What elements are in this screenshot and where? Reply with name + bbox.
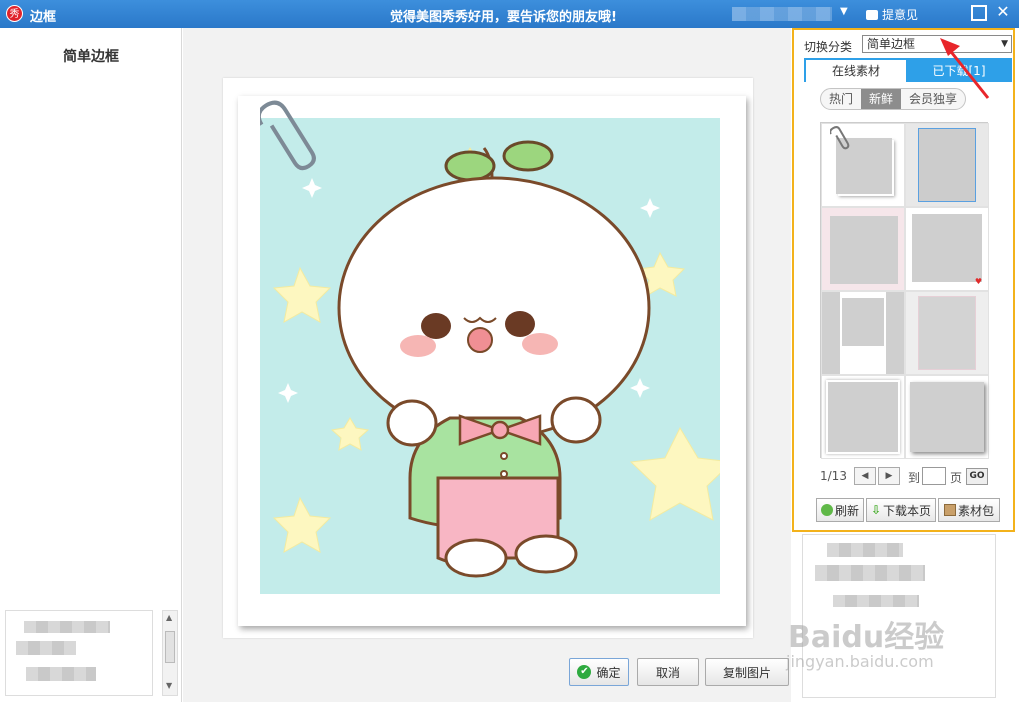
left-panel: 简单边框 ▲ ▼ xyxy=(0,28,182,702)
cartoon-image xyxy=(260,118,720,594)
maximize-button[interactable] xyxy=(971,5,987,21)
frame-thumbnail[interactable]: ♥ xyxy=(905,207,989,291)
watermark-url: jingyan.baidu.com xyxy=(786,652,934,671)
material-actions: 刷新 ⇩ 下载本页 素材包 xyxy=(816,498,1012,522)
heart-icon: ♥ xyxy=(974,277,982,286)
download-label: 下载本页 xyxy=(883,503,932,518)
scroll-thumb[interactable] xyxy=(165,631,175,663)
blurred-region xyxy=(827,543,903,557)
confirm-button[interactable]: ✔ 确定 xyxy=(569,658,629,686)
blurred-region xyxy=(26,667,96,681)
confirm-label: 确定 xyxy=(596,665,621,680)
polaroid-frame xyxy=(238,96,746,626)
watermark: Baidu经验 jingyan.baidu.com xyxy=(780,612,980,672)
paperclip-icon xyxy=(830,126,850,150)
page-unit-label: 页 xyxy=(950,471,963,485)
app-logo-icon: 秀 xyxy=(6,5,23,22)
download-arrow-icon: ⇩ xyxy=(870,503,882,517)
refresh-button[interactable]: 刷新 xyxy=(816,498,864,522)
page-number-input[interactable] xyxy=(922,467,946,485)
cancel-button[interactable]: 取消 xyxy=(637,658,699,686)
cartoon-illustration xyxy=(272,140,720,578)
blurred-region xyxy=(732,7,832,21)
next-page-button[interactable]: ▶ xyxy=(878,467,900,485)
history-list[interactable] xyxy=(5,610,153,696)
frame-thumbnail[interactable] xyxy=(821,207,905,291)
feedback-label: 提意见 xyxy=(882,8,919,22)
download-page-button[interactable]: ⇩ 下载本页 xyxy=(866,498,936,522)
right-panel: 切换分类 简单边框 ▼ 在线素材 已下载[1] 热门 新鲜 会员独享 ♥ 1/1… xyxy=(792,28,1019,702)
switch-category-label: 切换分类 xyxy=(804,40,853,54)
watermark-logo: Baidu经验 xyxy=(788,620,945,655)
tab-online-materials[interactable]: 在线素材 xyxy=(806,60,906,82)
chevron-down-icon[interactable]: ▼ xyxy=(840,6,848,17)
paperclip-icon xyxy=(260,100,316,171)
copy-image-button[interactable]: 复制图片 xyxy=(705,658,789,686)
prev-page-button[interactable]: ◀ xyxy=(854,467,876,485)
frame-thumbnail[interactable] xyxy=(821,291,905,375)
feedback-button[interactable]: 提意见 xyxy=(866,6,918,23)
package-icon xyxy=(943,504,956,516)
scroll-up-icon[interactable]: ▲ xyxy=(166,613,172,622)
chevron-down-icon: ▼ xyxy=(1001,39,1008,49)
photo-preview xyxy=(223,78,753,638)
pack-label: 素材包 xyxy=(957,503,994,518)
frame-thumbnail[interactable] xyxy=(821,123,905,207)
category-value: 简单边框 xyxy=(867,37,916,51)
blurred-region xyxy=(16,641,76,655)
frame-thumbnail[interactable] xyxy=(905,291,989,375)
frame-thumbnail[interactable] xyxy=(905,123,989,207)
scroll-down-icon[interactable]: ▼ xyxy=(166,681,172,690)
window-title: 边框 xyxy=(30,10,57,25)
refresh-icon xyxy=(820,504,833,516)
blurred-region xyxy=(24,621,110,633)
page-indicator: 1/13 xyxy=(820,469,847,483)
frame-thumbnail[interactable] xyxy=(905,375,989,459)
refresh-label: 刷新 xyxy=(834,503,859,518)
panel-title: 简单边框 xyxy=(63,49,119,65)
speech-bubble-icon xyxy=(866,9,878,20)
title-bar: 秀 边框 觉得美图秀秀好用，要告诉您的朋友哦! ▼ 提意见 ✕ xyxy=(0,0,1019,28)
sub-tab-new[interactable]: 新鲜 xyxy=(861,89,902,109)
blurred-region xyxy=(815,565,925,581)
scrollbar[interactable]: ▲ ▼ xyxy=(162,610,178,696)
goto-label: 到 xyxy=(908,471,921,485)
frame-thumbnail[interactable] xyxy=(821,375,905,459)
preview-canvas: ✔ 确定 取消 复制图片 xyxy=(183,28,791,702)
frame-thumbnail-grid: ♥ xyxy=(820,122,989,459)
go-button[interactable]: GO xyxy=(966,468,988,485)
blurred-region xyxy=(833,595,919,607)
checkmark-icon: ✔ xyxy=(577,665,592,679)
annotation-arrow xyxy=(940,38,990,99)
slogan-text: 觉得美图秀秀好用，要告诉您的朋友哦! xyxy=(390,10,617,25)
material-panel: 切换分类 简单边框 ▼ 在线素材 已下载[1] 热门 新鲜 会员独享 ♥ 1/1… xyxy=(792,28,1015,532)
close-button[interactable]: ✕ xyxy=(995,4,1011,21)
material-pack-button[interactable]: 素材包 xyxy=(938,498,1000,522)
pagination: 1/13 ◀ ▶ 到 页 GO xyxy=(820,466,1014,486)
sub-tab-hot[interactable]: 热门 xyxy=(821,89,861,109)
